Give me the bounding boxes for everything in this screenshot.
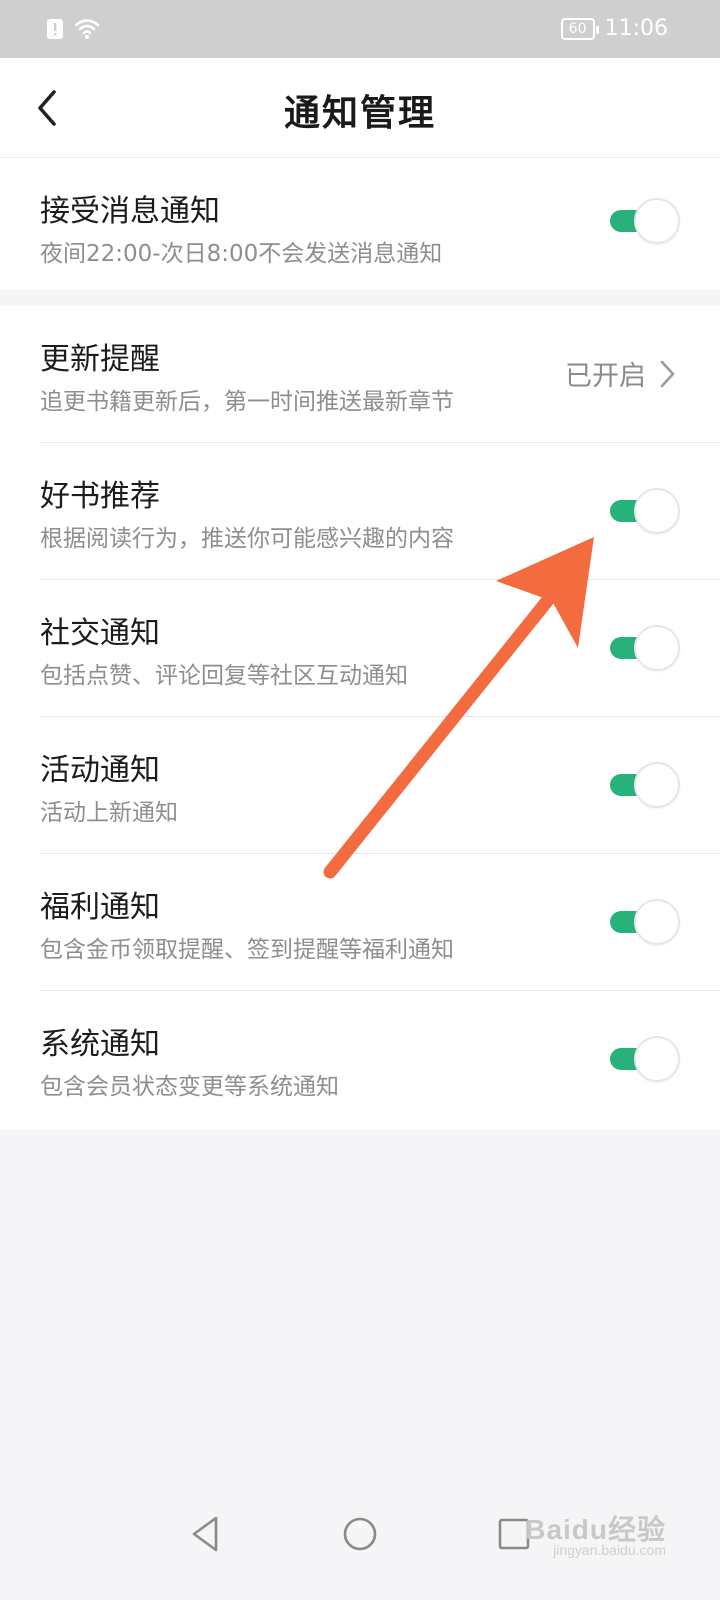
page-title: 通知管理 bbox=[283, 93, 436, 134]
home-circle-icon bbox=[343, 1517, 377, 1551]
setting-title: 接受消息通知 bbox=[40, 194, 220, 229]
toggle-knob bbox=[634, 899, 680, 945]
status-icons-left bbox=[46, 18, 100, 40]
notification-types-section: 更新提醒 追更书籍更新后，第一时间推送最新章节 已开启 好书推荐 根据阅读行为，… bbox=[0, 306, 720, 1130]
toggle-knob bbox=[634, 198, 680, 244]
setting-subtitle: 包含金币领取提醒、签到提醒等福利通知 bbox=[40, 937, 454, 963]
welfare-toggle[interactable] bbox=[610, 899, 682, 947]
nav-home-button[interactable] bbox=[338, 1512, 382, 1556]
status-label: 已开启 bbox=[565, 361, 646, 392]
system-toggle[interactable] bbox=[610, 1036, 682, 1084]
toggle-knob bbox=[634, 488, 680, 534]
setting-title: 系统通知 bbox=[40, 1027, 160, 1062]
book-recommendation-toggle[interactable] bbox=[610, 488, 682, 536]
chevron-right-icon bbox=[660, 360, 675, 387]
setting-subtitle: 根据阅读行为，推送你可能感兴趣的内容 bbox=[40, 526, 454, 552]
back-triangle-icon bbox=[192, 1516, 218, 1552]
alert-icon bbox=[47, 19, 63, 39]
setting-subtitle: 包含会员状态变更等系统通知 bbox=[40, 1074, 339, 1100]
setting-title: 更新提醒 bbox=[40, 342, 160, 377]
setting-row-system: 系统通知 包含会员状态变更等系统通知 bbox=[0, 991, 720, 1128]
nav-back-button[interactable] bbox=[184, 1512, 228, 1556]
setting-subtitle: 夜间22:00-次日8:00不会发送消息通知 bbox=[40, 241, 443, 267]
setting-title: 活动通知 bbox=[40, 753, 160, 788]
toggle-knob bbox=[634, 625, 680, 671]
setting-title: 福利通知 bbox=[40, 890, 160, 925]
setting-row-book-recommendation: 好书推荐 根据阅读行为，推送你可能感兴趣的内容 bbox=[0, 443, 720, 580]
app-header: 通知管理 bbox=[0, 58, 720, 158]
status-bar: 60 11:06 bbox=[0, 0, 720, 58]
toggle-knob bbox=[634, 762, 680, 808]
setting-title: 社交通知 bbox=[40, 616, 160, 651]
update-reminder-status[interactable]: 已开启 bbox=[565, 354, 676, 393]
setting-row-receive-messages: 接受消息通知 夜间22:00-次日8:00不会发送消息通知 bbox=[0, 158, 720, 290]
setting-subtitle: 包括点赞、评论回复等社区互动通知 bbox=[40, 663, 408, 689]
setting-subtitle: 追更书籍更新后，第一时间推送最新章节 bbox=[40, 389, 454, 415]
setting-row-update-reminder[interactable]: 更新提醒 追更书籍更新后，第一时间推送最新章节 已开启 bbox=[0, 306, 720, 443]
status-icons-right: 60 11:06 bbox=[560, 16, 668, 41]
setting-row-activity: 活动通知 活动上新通知 bbox=[0, 717, 720, 854]
social-toggle[interactable] bbox=[610, 625, 682, 673]
setting-title: 好书推荐 bbox=[40, 479, 160, 514]
wifi-icon bbox=[74, 19, 100, 39]
activity-toggle[interactable] bbox=[610, 762, 682, 810]
watermark-url: jingyan.baidu.com bbox=[553, 1542, 666, 1558]
setting-row-welfare: 福利通知 包含金币领取提醒、签到提醒等福利通知 bbox=[0, 854, 720, 991]
setting-row-social: 社交通知 包括点赞、评论回复等社区互动通知 bbox=[0, 580, 720, 717]
toggle-knob bbox=[634, 1036, 680, 1082]
setting-subtitle: 活动上新通知 bbox=[40, 800, 178, 826]
receive-messages-toggle[interactable] bbox=[610, 198, 682, 246]
clock: 11:06 bbox=[604, 16, 668, 41]
battery-indicator: 60 bbox=[560, 17, 599, 40]
message-notification-section: 接受消息通知 夜间22:00-次日8:00不会发送消息通知 bbox=[0, 158, 720, 290]
